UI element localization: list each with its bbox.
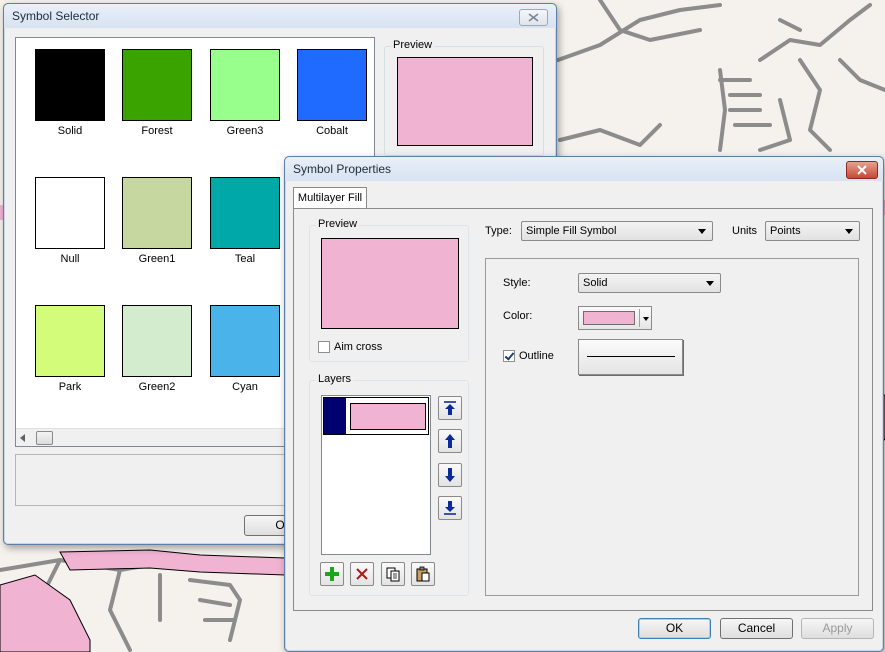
- selector-preview-group: Preview: [384, 39, 544, 156]
- symbol-properties-window: Symbol Properties Multilayer Fill Previe…: [284, 156, 884, 652]
- chevron-down-icon: [643, 317, 649, 321]
- properties-preview-swatch: [321, 238, 459, 329]
- layers-list[interactable]: [321, 395, 431, 555]
- selector-preview-swatch: [397, 57, 533, 146]
- swatch-forest[interactable]: Forest: [117, 49, 197, 137]
- outline-symbol-button[interactable]: [578, 339, 683, 375]
- swatch-color: [297, 49, 367, 121]
- symbol-properties-titlebar[interactable]: Symbol Properties: [285, 157, 883, 181]
- symbol-properties-close-button[interactable]: [846, 161, 878, 179]
- swatch-label: Teal: [234, 253, 256, 265]
- close-icon: [857, 165, 867, 175]
- paste-layer-button[interactable]: [411, 562, 435, 586]
- type-select-value: Simple Fill Symbol: [526, 225, 617, 237]
- units-select-value: Points: [770, 225, 801, 237]
- close-icon: [528, 13, 539, 22]
- chevron-down-icon: [706, 281, 714, 286]
- color-picker-swatch: [583, 311, 635, 325]
- color-picker-divider: [639, 309, 640, 327]
- swatch-label: Solid: [57, 125, 83, 137]
- properties-preview-label: Preview: [316, 218, 360, 230]
- scroll-left-icon[interactable]: [20, 434, 25, 442]
- properties-preview-group: Preview Aim cross: [309, 218, 469, 362]
- move-to-top-button[interactable]: [438, 396, 462, 420]
- apply-button[interactable]: Apply: [801, 618, 874, 639]
- swatch-label: Park: [58, 381, 82, 393]
- move-to-bottom-icon: [444, 501, 456, 515]
- layers-label: Layers: [316, 373, 354, 385]
- swatch-green2[interactable]: Green2: [117, 305, 197, 393]
- swatch-label: Cobalt: [316, 125, 348, 137]
- fill-properties-panel: Style: Solid Color: Outline: [485, 258, 859, 596]
- tab-label: Multilayer Fill: [297, 192, 363, 204]
- swatch-color: [35, 177, 105, 249]
- swatch-color: [210, 177, 280, 249]
- swatch-solid[interactable]: Solid: [30, 49, 110, 137]
- symbol-selector-close-button[interactable]: [519, 9, 548, 26]
- swatch-color: [122, 177, 192, 249]
- selector-preview-label: Preview: [391, 39, 435, 51]
- style-select[interactable]: Solid: [578, 273, 721, 293]
- tab-multilayer-fill[interactable]: Multilayer Fill: [293, 187, 367, 209]
- units-select[interactable]: Points: [765, 221, 860, 241]
- remove-layer-button[interactable]: [350, 562, 374, 586]
- layers-group: Layers: [309, 373, 469, 596]
- layer-thumbnail: [350, 403, 426, 430]
- swatch-color: [210, 305, 280, 377]
- units-label: Units: [732, 225, 758, 237]
- color-label: Color:: [503, 310, 533, 322]
- type-label: Type:: [485, 225, 512, 237]
- symbol-properties-title: Symbol Properties: [293, 162, 392, 176]
- plus-icon: [325, 567, 339, 581]
- swatch-teal[interactable]: Teal: [205, 177, 285, 265]
- color-picker-button[interactable]: [578, 306, 652, 330]
- chevron-down-icon: [845, 229, 853, 234]
- swatch-cobalt[interactable]: Cobalt: [292, 49, 372, 137]
- move-up-button[interactable]: [438, 429, 462, 453]
- symbol-selector-titlebar[interactable]: Symbol Selector: [4, 4, 556, 28]
- scrollbar-thumb[interactable]: [36, 431, 53, 445]
- outline-label: Outline: [519, 350, 554, 362]
- style-label: Style:: [503, 277, 531, 289]
- swatch-color: [35, 305, 105, 377]
- paste-icon: [416, 566, 430, 582]
- swatch-label: Cyan: [232, 381, 258, 393]
- outline-line-preview: [587, 356, 675, 357]
- copy-layer-button[interactable]: [381, 562, 405, 586]
- move-to-bottom-button[interactable]: [438, 496, 462, 520]
- style-select-value: Solid: [583, 277, 608, 289]
- symbol-selector-title: Symbol Selector: [12, 9, 100, 23]
- ok-button[interactable]: OK: [638, 618, 711, 639]
- swatch-label: Green1: [138, 253, 176, 265]
- copy-icon: [386, 567, 400, 582]
- move-to-top-icon: [444, 401, 456, 415]
- aim-cross-label: Aim cross: [334, 341, 383, 353]
- swatch-green3[interactable]: Green3: [205, 49, 285, 137]
- swatch-label: Green2: [138, 381, 176, 393]
- swatch-label: Null: [60, 253, 80, 265]
- cancel-button[interactable]: Cancel: [720, 618, 793, 639]
- swatch-label: Forest: [141, 125, 173, 137]
- swatch-park[interactable]: Park: [30, 305, 110, 393]
- swatch-color: [122, 49, 192, 121]
- delete-x-icon: [356, 568, 368, 580]
- swatch-color: [122, 305, 192, 377]
- outline-checkbox[interactable]: [503, 350, 515, 362]
- swatch-green1[interactable]: Green1: [117, 177, 197, 265]
- aim-cross-checkbox[interactable]: [318, 341, 330, 353]
- swatch-null[interactable]: Null: [30, 177, 110, 265]
- move-down-icon: [445, 468, 455, 482]
- move-up-icon: [445, 434, 455, 448]
- swatch-cyan[interactable]: Cyan: [205, 305, 285, 393]
- swatch-color: [210, 49, 280, 121]
- add-layer-button[interactable]: [320, 562, 344, 586]
- swatch-color: [35, 49, 105, 121]
- type-select[interactable]: Simple Fill Symbol: [521, 221, 713, 241]
- swatch-label: Green3: [226, 125, 264, 137]
- move-down-button[interactable]: [438, 463, 462, 487]
- layer-selection-marker: [324, 398, 346, 434]
- chevron-down-icon: [698, 229, 706, 234]
- layer-row-selected[interactable]: [323, 397, 429, 435]
